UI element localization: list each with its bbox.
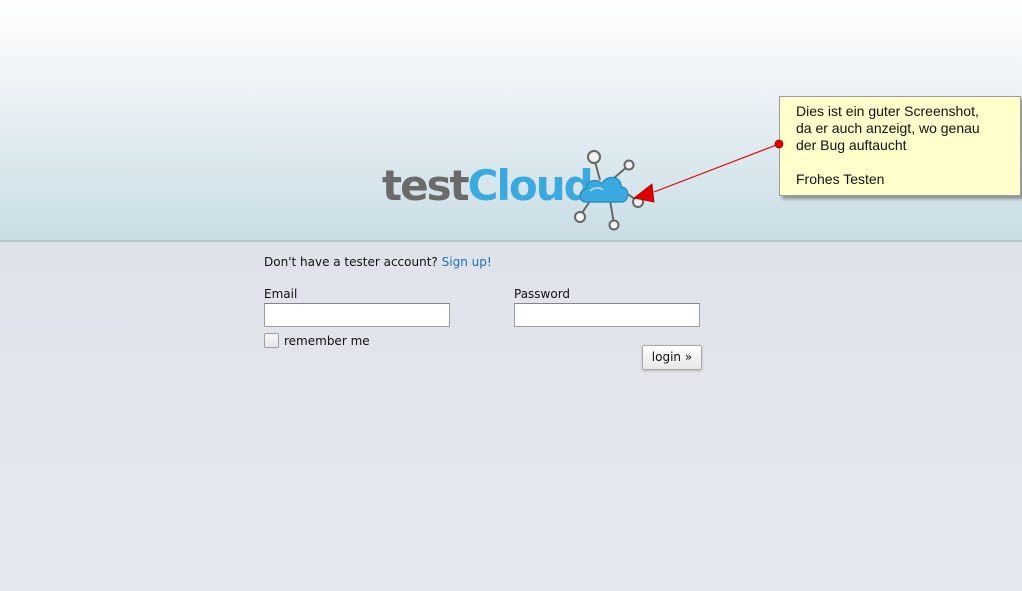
annotation-arrow-icon	[633, 139, 784, 203]
email-label: Email	[264, 287, 298, 301]
logo-text: testCloud	[382, 160, 594, 212]
login-button[interactable]: login »	[642, 345, 702, 370]
annotation-line-1: Dies ist ein guter Screenshot,	[796, 103, 979, 119]
signup-prompt: Don't have a tester account?	[264, 255, 438, 269]
email-field[interactable]	[264, 303, 450, 327]
signup-link[interactable]: Sign up!	[442, 255, 492, 269]
page-header: testCloud Dies ist ein guter Screenshot,…	[0, 0, 1022, 242]
testcloud-logo[interactable]: testCloud	[382, 150, 644, 232]
annotation-line-3: der Bug auftaucht	[796, 137, 907, 153]
annotation-note: Dies ist ein guter Screenshot, da er auc…	[779, 96, 1021, 196]
password-field[interactable]	[514, 303, 700, 327]
annotation-line-2: da er auch anzeigt, wo genau	[796, 120, 980, 136]
signup-line: Don't have a tester account? Sign up!	[264, 255, 492, 269]
remember-me-label: remember me	[284, 334, 370, 348]
annotation-closing: Frohes Testen	[796, 171, 885, 187]
remember-me-checkbox[interactable]	[264, 333, 279, 348]
password-label: Password	[514, 287, 571, 301]
page-content	[0, 242, 1022, 591]
logo-text-test: test	[382, 161, 470, 210]
